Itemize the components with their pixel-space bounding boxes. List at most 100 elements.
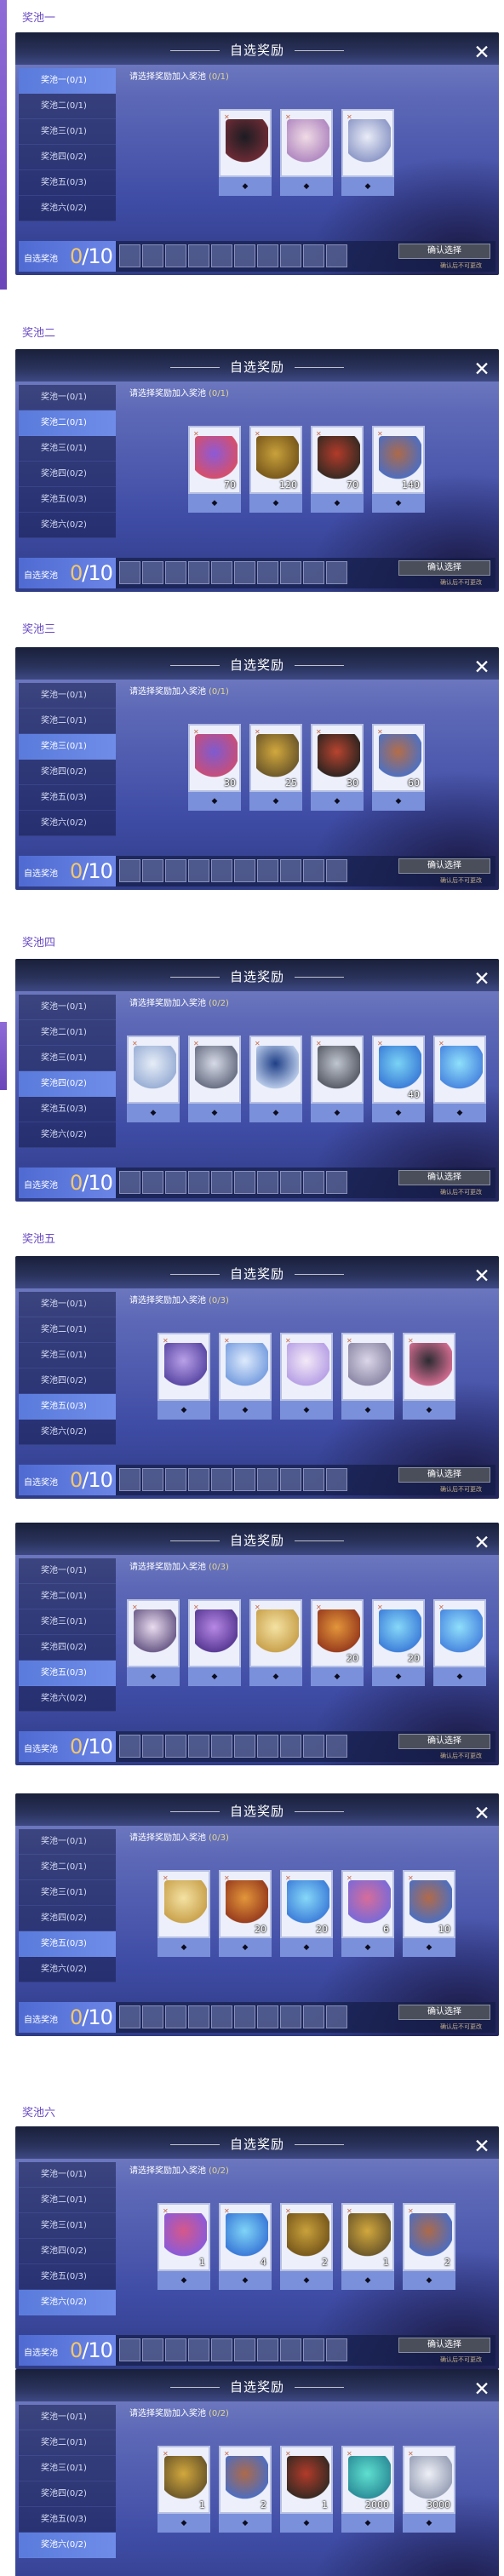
empty-slot[interactable] — [119, 2005, 140, 2028]
empty-slot[interactable] — [280, 561, 301, 584]
reward-card[interactable]: ✕ 30 — [188, 724, 241, 792]
tab-pool-5[interactable]: 奖池五(0/3) — [19, 170, 116, 196]
empty-slot[interactable] — [119, 1468, 140, 1491]
reward-card[interactable]: ✕ — [403, 1333, 455, 1401]
tab-pool-1[interactable]: 奖池一(0/1) — [19, 1829, 116, 1855]
empty-slot[interactable] — [165, 859, 186, 882]
reward-card[interactable]: ✕ 20 — [372, 1599, 425, 1667]
reward-item[interactable]: ✕ ◆ — [249, 1036, 302, 1131]
empty-slot[interactable] — [165, 2005, 186, 2028]
empty-slot[interactable] — [188, 244, 209, 267]
empty-slot[interactable] — [165, 2338, 186, 2361]
reward-item[interactable]: ✕ ◆ — [188, 1036, 241, 1131]
reward-item[interactable]: ✕ 1 ◆ — [341, 2203, 394, 2298]
tab-pool-2[interactable]: 奖池二(0/1) — [19, 1020, 116, 1046]
reward-card[interactable]: ✕ — [188, 1036, 241, 1104]
empty-slot[interactable] — [257, 2005, 278, 2028]
reward-card[interactable]: ✕ 2 — [403, 2203, 455, 2271]
tab-pool-1[interactable]: 奖池一(0/1) — [19, 1292, 116, 1317]
empty-slot[interactable] — [142, 2338, 163, 2361]
tab-pool-6[interactable]: 奖池六(0/2) — [19, 513, 116, 538]
empty-slot[interactable] — [303, 2338, 324, 2361]
reward-item[interactable]: ✕ ◆ — [249, 1599, 302, 1695]
empty-slot[interactable] — [142, 1468, 163, 1491]
empty-slot[interactable] — [326, 244, 347, 267]
empty-slot[interactable] — [326, 561, 347, 584]
empty-slot[interactable] — [326, 2338, 347, 2361]
reward-item[interactable]: ✕ ◆ — [403, 1333, 455, 1428]
tab-pool-5[interactable]: 奖池五(0/3) — [19, 785, 116, 811]
reward-item[interactable]: ✕ 20 ◆ — [219, 1870, 272, 1965]
empty-slot[interactable] — [211, 1468, 232, 1491]
empty-slot[interactable] — [165, 1171, 186, 1194]
empty-slot[interactable] — [211, 561, 232, 584]
reward-card[interactable]: ✕ — [311, 1036, 364, 1104]
empty-slot[interactable] — [257, 1171, 278, 1194]
confirm-button[interactable]: 确认选择 — [398, 1467, 490, 1483]
reward-card[interactable]: ✕ 2 — [280, 2203, 333, 2271]
close-icon[interactable]: ✕ — [472, 657, 492, 678]
reward-card[interactable]: ✕ 40 — [372, 1036, 425, 1104]
empty-slot[interactable] — [234, 859, 255, 882]
tab-pool-6[interactable]: 奖池六(0/2) — [19, 1957, 116, 1982]
close-icon[interactable]: ✕ — [472, 1266, 492, 1287]
reward-card[interactable]: ✕ — [249, 1599, 302, 1667]
empty-slot[interactable] — [211, 2005, 232, 2028]
reward-card[interactable]: ✕ — [127, 1599, 180, 1667]
reward-item[interactable]: ✕ ◆ — [341, 109, 394, 204]
empty-slot[interactable] — [234, 244, 255, 267]
close-icon[interactable]: ✕ — [472, 1804, 492, 1824]
tab-pool-3[interactable]: 奖池三(0/1) — [19, 2213, 116, 2239]
reward-item[interactable]: ✕ 30 ◆ — [311, 724, 364, 819]
reward-item[interactable]: ✕ 20 ◆ — [280, 1870, 333, 1965]
tab-pool-5[interactable]: 奖池五(0/3) — [19, 2264, 116, 2290]
reward-item[interactable]: ✕ ◆ — [158, 1870, 210, 1965]
tab-pool-1[interactable]: 奖池一(0/1) — [19, 2162, 116, 2188]
empty-slot[interactable] — [326, 1468, 347, 1491]
reward-card[interactable]: ✕ — [219, 1333, 272, 1401]
reward-card[interactable]: ✕ — [433, 1036, 486, 1104]
tab-pool-2[interactable]: 奖池二(0/1) — [19, 709, 116, 734]
tab-pool-3[interactable]: 奖池三(0/1) — [19, 734, 116, 760]
empty-slot[interactable] — [188, 1468, 209, 1491]
tab-pool-4[interactable]: 奖池四(0/2) — [19, 2481, 116, 2507]
reward-item[interactable]: ✕ ◆ — [311, 1036, 364, 1131]
reward-item[interactable]: ✕ ◆ — [433, 1036, 486, 1131]
tab-pool-5[interactable]: 奖池五(0/3) — [19, 1394, 116, 1420]
tab-pool-6[interactable]: 奖池六(0/2) — [19, 2290, 116, 2315]
reward-item[interactable]: ✕ 20 ◆ — [311, 1599, 364, 1695]
reward-card[interactable]: ✕ — [158, 1870, 210, 1938]
empty-slot[interactable] — [280, 1171, 301, 1194]
reward-card[interactable]: ✕ 1 — [280, 2446, 333, 2514]
tab-pool-4[interactable]: 奖池四(0/2) — [19, 462, 116, 487]
empty-slot[interactable] — [211, 1735, 232, 1758]
empty-slot[interactable] — [303, 1735, 324, 1758]
close-icon[interactable]: ✕ — [472, 969, 492, 990]
reward-item[interactable]: ✕ ◆ — [127, 1599, 180, 1695]
reward-item[interactable]: ✕ 10 ◆ — [403, 1870, 455, 1965]
empty-slot[interactable] — [119, 1171, 140, 1194]
tab-pool-4[interactable]: 奖池四(0/2) — [19, 1071, 116, 1097]
tab-pool-2[interactable]: 奖池二(0/1) — [19, 410, 116, 436]
reward-card[interactable]: ✕ 20 — [311, 1599, 364, 1667]
tab-pool-6[interactable]: 奖池六(0/2) — [19, 2533, 116, 2558]
tab-pool-1[interactable]: 奖池一(0/1) — [19, 995, 116, 1020]
reward-item[interactable]: ✕ 120 ◆ — [249, 426, 302, 521]
empty-slot[interactable] — [142, 244, 163, 267]
reward-card[interactable]: ✕ 70 — [311, 426, 364, 494]
reward-card[interactable]: ✕ 1 — [158, 2203, 210, 2271]
tab-pool-3[interactable]: 奖池三(0/1) — [19, 436, 116, 462]
empty-slot[interactable] — [326, 2005, 347, 2028]
reward-item[interactable]: ✕ 70 ◆ — [311, 426, 364, 521]
tab-pool-2[interactable]: 奖池二(0/1) — [19, 1317, 116, 1343]
empty-slot[interactable] — [303, 859, 324, 882]
reward-item[interactable]: ✕ 2 ◆ — [403, 2203, 455, 2298]
empty-slot[interactable] — [280, 2338, 301, 2361]
reward-item[interactable]: ✕ 40 ◆ — [372, 1036, 425, 1131]
tab-pool-2[interactable]: 奖池二(0/1) — [19, 1584, 116, 1609]
empty-slot[interactable] — [326, 1735, 347, 1758]
tab-pool-4[interactable]: 奖池四(0/2) — [19, 1635, 116, 1661]
reward-card[interactable]: ✕ — [280, 109, 333, 177]
tab-pool-2[interactable]: 奖池二(0/1) — [19, 1855, 116, 1880]
empty-slot[interactable] — [142, 1735, 163, 1758]
